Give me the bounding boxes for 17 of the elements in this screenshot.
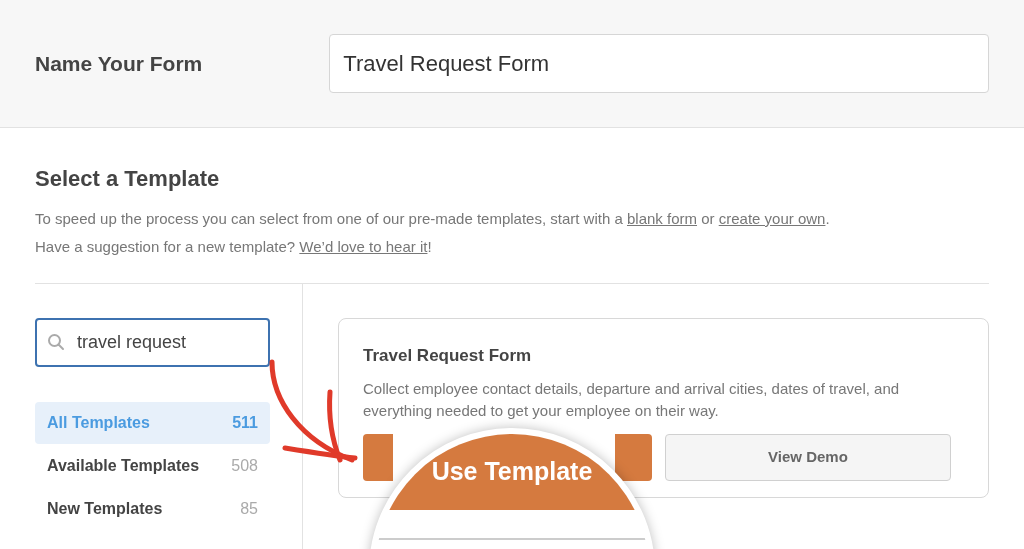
button-background [363,433,393,481]
button-background [615,433,652,481]
view-demo-button[interactable]: View Demo [665,433,951,481]
section-title: Select a Template [35,165,221,193]
search-icon [47,333,65,351]
category-item[interactable]: New Templates 85 [35,488,270,530]
template-title: Travel Request Form [363,345,533,367]
intro-text: Have a suggestion for a new template? We’d love to hear it! [35,237,433,257]
text-link[interactable]: blank form [627,210,697,227]
text-link[interactable]: create your own [718,210,826,227]
form-name-label: Name Your Form [35,50,204,77]
category-item[interactable]: Available Templates 508 [35,445,270,487]
template-description: Collect employee contact details, departure and arrival cities, dates of travel, and everything needed to get your employee on their way. [363,378,901,421]
search-field[interactable]: travel request [35,318,270,367]
text-link[interactable]: We’d love to hear it [299,238,428,255]
intro-text: To speed up the process you can select from one of our pre-made templates, start with a blank form or create your own. [35,209,831,229]
form-name-field[interactable]: Travel Request Form [329,34,989,93]
